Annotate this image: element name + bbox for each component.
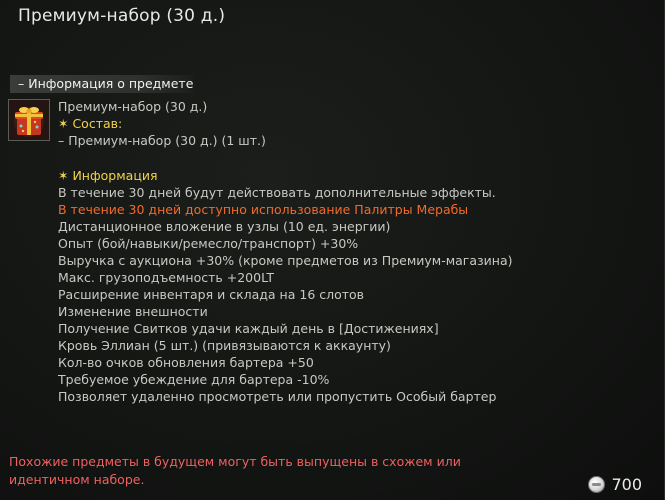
info-line: В течение 30 дней будут действовать допо…	[58, 185, 496, 200]
info-line: Получение Свитков удачи каждый день в [Д…	[58, 321, 439, 336]
info-line: Кол-во очков обновления бартера +50	[58, 355, 314, 370]
contents-heading: ✶ Состав:	[58, 116, 123, 131]
price: 700	[588, 475, 642, 494]
item-tooltip: Премиум-набор (30 д.) – Информация о пре…	[0, 0, 665, 500]
info-line-highlight: В течение 30 дней доступно использование…	[58, 202, 469, 217]
item-name-line: Премиум-набор (30 д.)	[58, 99, 208, 114]
item-info-section-header[interactable]: – Информация о предмете	[10, 75, 193, 93]
info-line: Требуемое убеждение для бартера -10%	[58, 372, 330, 387]
info-line: Кровь Эллиан (5 шт.) (привязываются к ак…	[58, 338, 391, 353]
info-line: Изменение внешности	[58, 304, 208, 319]
gift-box-icon	[8, 99, 50, 141]
price-value: 700	[611, 475, 642, 494]
info-line: Позволяет удаленно просмотреть или пропу…	[58, 389, 497, 404]
info-line: Макс. грузоподъемность +200LT	[58, 270, 274, 285]
info-line: Опыт (бой/навыки/ремесло/транспорт) +30%	[58, 236, 359, 251]
contents-item: – Премиум-набор (30 д.) (1 шт.)	[58, 133, 266, 148]
info-line: Расширение инвентаря и склада на 16 слот…	[58, 287, 365, 302]
information-heading: ✶ Информация	[58, 168, 158, 183]
tooltip-title: Премиум-набор (30 д.)	[18, 6, 226, 26]
future-items-note: Похожие предметы в будущем могут быть вы…	[9, 454, 461, 487]
silver-coin-icon	[588, 476, 606, 493]
info-line: Выручка с аукциона +30% (кроме предметов…	[58, 253, 513, 268]
info-line: Дистанционное вложение в узлы (10 ед. эн…	[58, 219, 391, 234]
